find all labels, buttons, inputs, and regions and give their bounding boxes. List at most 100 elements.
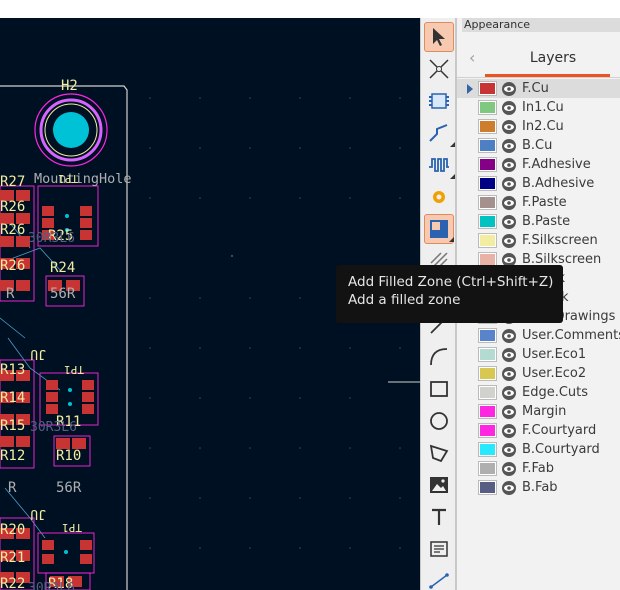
layer-row[interactable]: In2.Cu	[457, 117, 620, 136]
value-r-a: R	[6, 286, 15, 302]
add-filled-zone-icon	[430, 220, 448, 238]
draw-arc-icon	[430, 348, 448, 366]
visibility-eye-icon[interactable]	[501, 81, 517, 97]
layer-color-swatch[interactable]	[478, 480, 497, 495]
layer-row[interactable]: User.Eco2	[457, 364, 620, 383]
layer-color-swatch[interactable]	[478, 233, 497, 248]
layer-color-swatch[interactable]	[478, 366, 497, 381]
hole-value: MountingHole	[34, 171, 132, 187]
ref-r15: R15	[0, 418, 25, 434]
layer-color-swatch[interactable]	[478, 100, 497, 115]
value-56r-a: 56R	[50, 286, 76, 302]
add-textbox-button[interactable]	[424, 534, 454, 564]
ref-r24: R24	[50, 260, 75, 276]
layer-row[interactable]: B.Paste	[457, 212, 620, 231]
visibility-eye-icon[interactable]	[501, 404, 517, 420]
draw-polygon-button[interactable]	[424, 438, 454, 468]
add-footprint-button[interactable]	[424, 86, 454, 116]
layer-color-swatch[interactable]	[478, 157, 497, 172]
layer-row[interactable]: F.Paste	[457, 193, 620, 212]
tab-scroll-left-icon[interactable]: ‹	[469, 48, 475, 67]
layer-color-swatch[interactable]	[478, 138, 497, 153]
value-56r-b: 56R	[56, 480, 82, 496]
layer-row[interactable]: F.Cu	[457, 79, 620, 98]
route-track-button[interactable]	[424, 118, 455, 148]
layer-color-swatch[interactable]	[478, 328, 497, 343]
mounting-hole[interactable]	[34, 93, 108, 167]
add-dimension-button[interactable]	[424, 566, 454, 590]
local-ratsnest-button[interactable]	[424, 54, 454, 84]
draw-polygon-icon	[429, 444, 449, 463]
layer-row[interactable]: F.Courtyard	[457, 421, 620, 440]
visibility-eye-icon[interactable]	[501, 119, 517, 135]
hole-reference: H2	[61, 78, 78, 94]
layer-row[interactable]: F.Fab	[457, 459, 620, 478]
add-image-button[interactable]	[424, 470, 454, 500]
layer-color-swatch[interactable]	[478, 195, 497, 210]
layer-color-swatch[interactable]	[478, 119, 497, 134]
add-text-button[interactable]	[424, 502, 454, 532]
visibility-eye-icon[interactable]	[501, 366, 517, 382]
ju-label-b: JU	[30, 506, 46, 521]
layer-row[interactable]: Margin	[457, 402, 620, 421]
tune-length-button[interactable]	[424, 150, 455, 180]
visibility-eye-icon[interactable]	[501, 442, 517, 458]
ref-r13: R13	[0, 362, 25, 378]
layer-name: F.Cu	[522, 81, 549, 96]
visibility-eye-icon[interactable]	[501, 157, 517, 173]
add-filled-zone-button[interactable]	[424, 214, 454, 244]
ref-r21: R21	[0, 550, 25, 566]
layer-name: User.Eco2	[522, 366, 587, 381]
draw-circle-icon	[430, 412, 448, 430]
layer-name: B.Fab	[522, 480, 558, 495]
layer-color-swatch[interactable]	[478, 81, 497, 96]
layer-row[interactable]: B.Courtyard	[457, 440, 620, 459]
layer-row[interactable]: In1.Cu	[457, 98, 620, 117]
ref-r26b: R26	[0, 222, 25, 238]
visibility-eye-icon[interactable]	[501, 480, 517, 496]
layer-row[interactable]: B.Adhesive	[457, 174, 620, 193]
visibility-eye-icon[interactable]	[501, 138, 517, 154]
select-tool-button[interactable]	[424, 22, 454, 52]
draw-arc-button[interactable]	[424, 342, 454, 372]
visibility-eye-icon[interactable]	[501, 195, 517, 211]
layer-row[interactable]: User.Eco1	[457, 345, 620, 364]
draw-rectangle-button[interactable]	[424, 374, 454, 404]
layer-color-swatch[interactable]	[478, 423, 497, 438]
visibility-eye-icon[interactable]	[501, 214, 517, 230]
draw-circle-button[interactable]	[424, 406, 454, 436]
layer-color-swatch[interactable]	[478, 176, 497, 191]
visibility-eye-icon[interactable]	[501, 423, 517, 439]
layer-name: F.Adhesive	[522, 157, 591, 172]
layer-name: User.Comments	[522, 328, 620, 343]
ref-r12: R12	[0, 448, 25, 464]
fab-3l6-a: 30R3L6	[28, 231, 75, 246]
layer-color-swatch[interactable]	[478, 347, 497, 362]
fab-3l6-b: 30R3L6	[30, 420, 77, 435]
layer-row[interactable]: User.Comments	[457, 326, 620, 345]
visibility-eye-icon[interactable]	[501, 233, 517, 249]
visibility-eye-icon[interactable]	[501, 461, 517, 477]
visibility-eye-icon[interactable]	[501, 100, 517, 116]
layer-row[interactable]: F.Adhesive	[457, 155, 620, 174]
appearance-panel-title[interactable]: Appearance	[462, 18, 620, 32]
layer-color-swatch[interactable]	[478, 461, 497, 476]
add-textbox-icon	[430, 541, 448, 557]
tab-layers[interactable]: Layers	[485, 38, 620, 78]
layer-row[interactable]: B.Fab	[457, 478, 620, 497]
layer-row[interactable]: Edge.Cuts	[457, 383, 620, 402]
visibility-eye-icon[interactable]	[501, 328, 517, 344]
visibility-eye-icon[interactable]	[501, 176, 517, 192]
visibility-eye-icon[interactable]	[501, 385, 517, 401]
layer-color-swatch[interactable]	[478, 442, 497, 457]
layer-color-swatch[interactable]	[478, 385, 497, 400]
layer-row[interactable]: B.Cu	[457, 136, 620, 155]
layer-name: B.Cu	[522, 138, 553, 153]
visibility-eye-icon[interactable]	[501, 347, 517, 363]
add-via-button[interactable]	[424, 182, 454, 212]
layer-color-swatch[interactable]	[478, 214, 497, 229]
layer-row[interactable]: F.Silkscreen	[457, 231, 620, 250]
layer-name: In2.Cu	[522, 119, 564, 134]
appearance-tab-bar: ‹ Layers	[457, 38, 620, 78]
layer-color-swatch[interactable]	[478, 404, 497, 419]
